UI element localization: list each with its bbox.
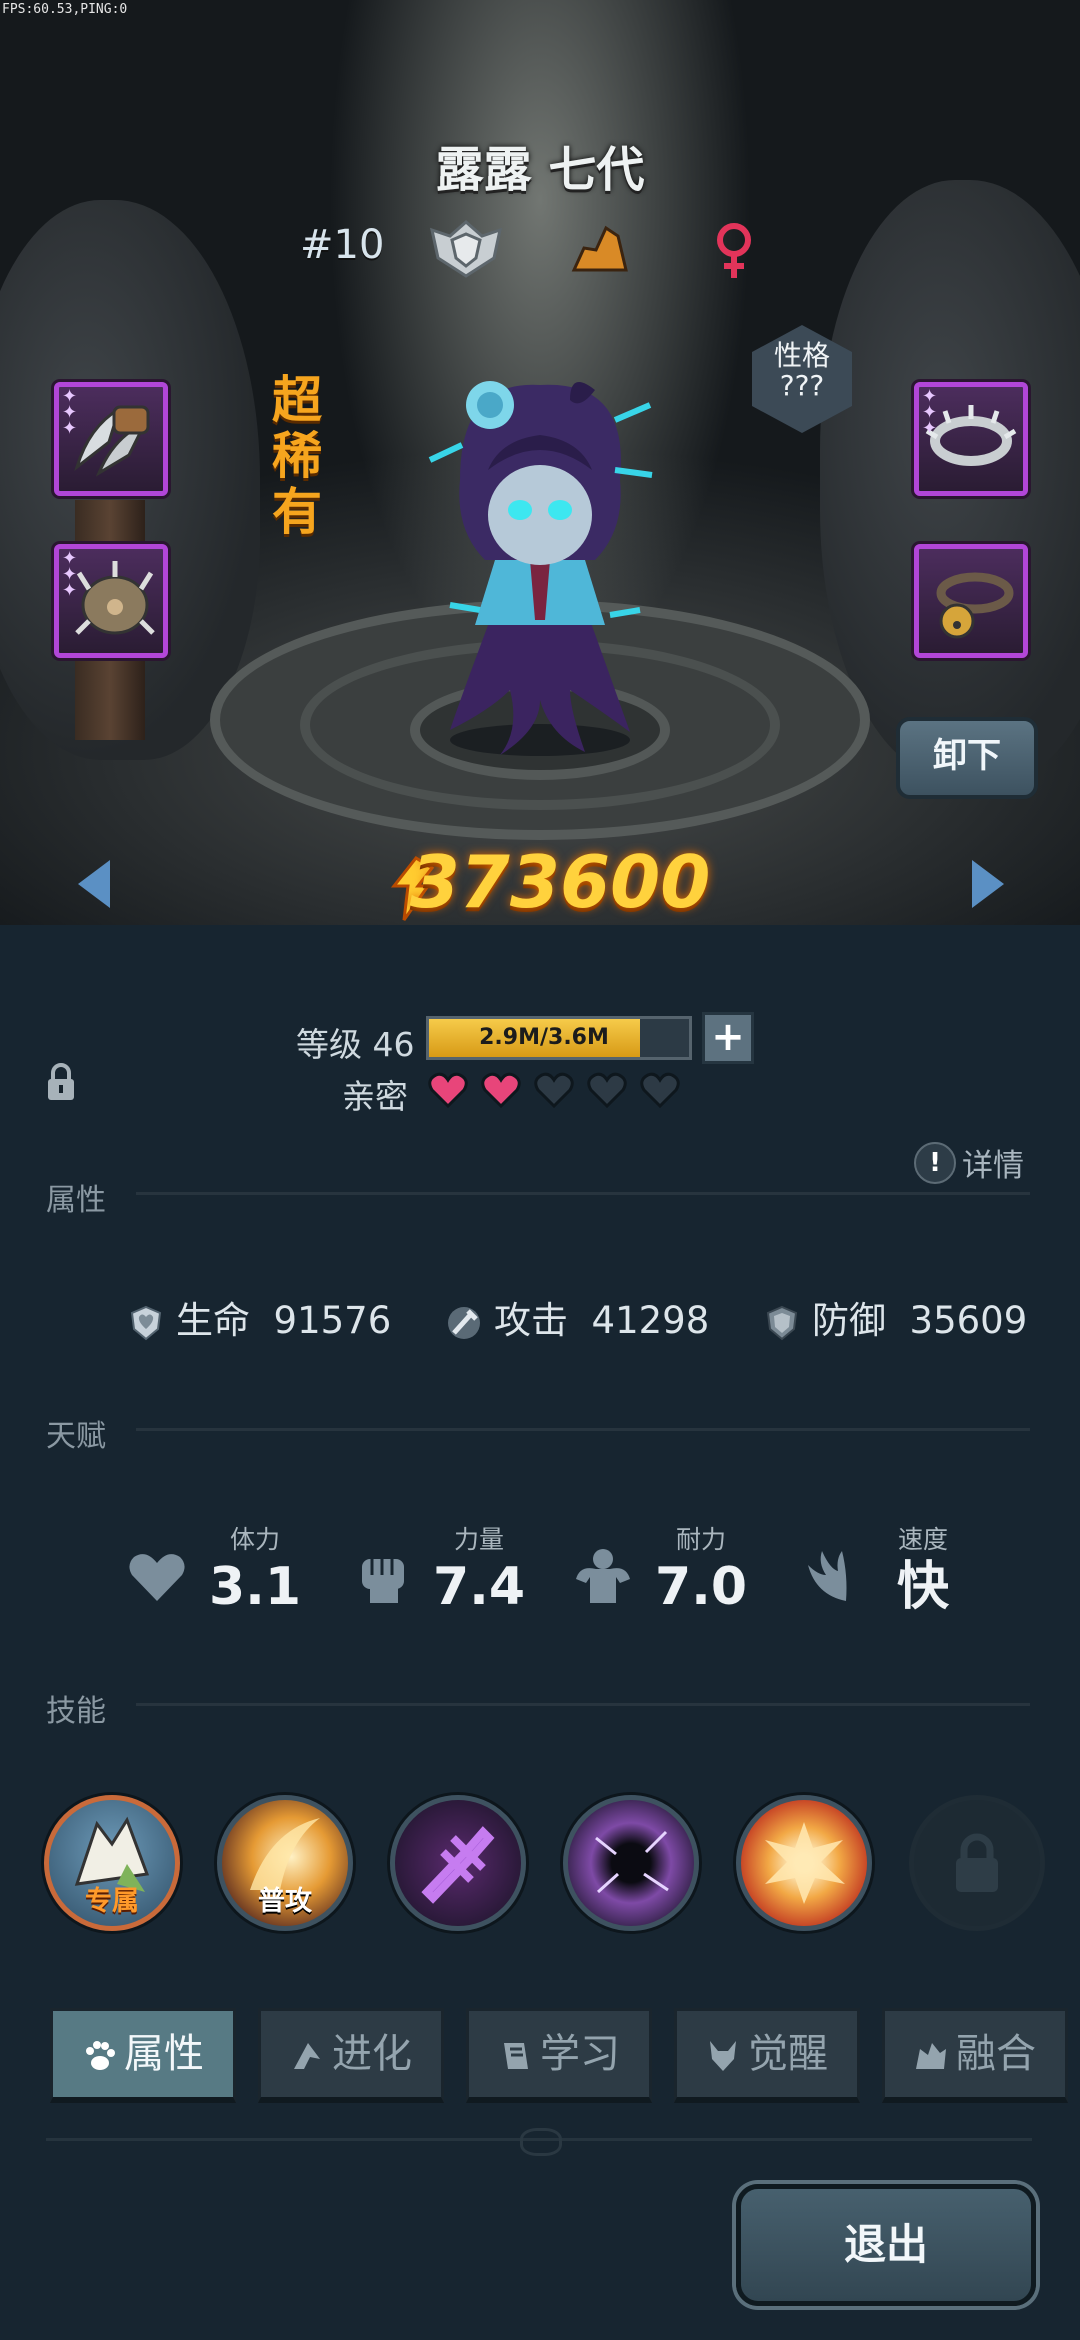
- tab-label: 属性: [124, 2031, 204, 2077]
- skill-dark-vortex[interactable]: [563, 1795, 699, 1931]
- stat-defense: 防御 35609: [764, 1290, 1027, 1344]
- paw-icon: [86, 2041, 115, 2070]
- xp-text: 2.9M/3.6M: [479, 1025, 609, 1050]
- skill-exclusive[interactable]: 专属: [44, 1795, 180, 1931]
- tab-learn[interactable]: 学习: [466, 2008, 652, 2103]
- details-button[interactable]: ! 详情: [914, 1140, 1024, 1185]
- stat-hp: 生命 91576: [128, 1290, 391, 1344]
- tab-attributes[interactable]: 属性: [50, 2008, 236, 2103]
- tab-fusion[interactable]: 融合: [882, 2008, 1068, 2103]
- section-skills: 技能: [46, 1694, 106, 1729]
- equip-slot-armor[interactable]: ✦ ✦ ✦: [54, 544, 168, 658]
- intimacy-heart-empty: [640, 1072, 680, 1108]
- heart-icon: [129, 1554, 185, 1601]
- slot-stars: ✦ ✦ ✦: [62, 386, 78, 439]
- shadow-claw-icon: [421, 1826, 495, 1904]
- trait-label: 性格: [773, 339, 830, 372]
- stat-value: 35609: [909, 1299, 1028, 1342]
- talent-value: 3.1: [208, 1557, 302, 1617]
- section-attributes: 属性: [46, 1183, 106, 1218]
- rarity-label: 超稀有: [272, 371, 322, 541]
- book-icon: [504, 2043, 528, 2069]
- details-label: 详情: [962, 1148, 1024, 1184]
- info-icon: !: [914, 1141, 956, 1184]
- evolve-arrow-icon: [294, 2043, 320, 2069]
- stat-value: 91576: [273, 1299, 392, 1342]
- skill-tag: 专属: [85, 1886, 139, 1917]
- equip-slot-collar[interactable]: ✦ ✦ ✦: [914, 382, 1028, 496]
- female-icon: [717, 223, 751, 278]
- tab-label: 进化: [332, 2031, 412, 2077]
- level-label: 等级 46: [296, 1025, 415, 1064]
- section-divider: [136, 1192, 1030, 1195]
- sword-icon: [448, 1306, 480, 1339]
- tab-label: 融合: [956, 2031, 1036, 2077]
- beast-head-icon: [710, 2041, 736, 2071]
- exit-button[interactable]: 退出: [736, 2184, 1036, 2306]
- add-xp-button[interactable]: +: [702, 1012, 754, 1064]
- xp-bar: 2.9M/3.6M: [426, 1016, 692, 1060]
- talent-label: 速度: [897, 1525, 948, 1554]
- talent-endurance: 耐力 7.0: [636, 1520, 766, 1618]
- section-divider: [136, 1703, 1030, 1706]
- equip-slot-claw[interactable]: ✦ ✦ ✦: [54, 382, 168, 496]
- locked-slot-icon: [956, 1833, 998, 1892]
- explosion-icon: [765, 1822, 845, 1904]
- bell-collar-icon: [936, 572, 1014, 639]
- fusion-icon: [916, 2043, 946, 2069]
- tab-label: 觉醒: [748, 2031, 828, 2077]
- talent-label: 耐力: [675, 1525, 726, 1554]
- skill-basic-attack[interactable]: 普攻: [217, 1795, 353, 1931]
- combat-power: 373600: [409, 840, 711, 924]
- stat-label: 攻击: [494, 1299, 568, 1342]
- shield-icon: [766, 1305, 798, 1340]
- stat-label: 防御: [812, 1299, 886, 1342]
- skill-tag: 普攻: [258, 1886, 312, 1917]
- slot-stars: ✦ ✦ ✦: [922, 386, 938, 439]
- tab-evolve[interactable]: 进化: [258, 2008, 444, 2103]
- fps-counter: FPS:60.53,PING:0: [2, 2, 128, 17]
- divider-ornament: [520, 2128, 562, 2156]
- talent-value: 7.0: [654, 1557, 748, 1617]
- talent-speed: 速度 快: [858, 1520, 988, 1618]
- rank-number: #10: [300, 222, 385, 268]
- intimacy-heart-filled: [428, 1072, 468, 1108]
- muscle-icon: [576, 1549, 630, 1603]
- trait-value: ???: [779, 369, 825, 402]
- intimacy-label: 亲密: [342, 1077, 408, 1116]
- tab-label: 学习: [540, 2031, 620, 2077]
- skill-shadow-claw[interactable]: [390, 1795, 526, 1931]
- unequip-button[interactable]: 卸下: [896, 717, 1038, 799]
- talent-strength: 力量 7.4: [414, 1520, 544, 1618]
- talent-value: 快: [896, 1557, 949, 1617]
- intimacy-heart-filled: [481, 1072, 521, 1108]
- wing-icon: [808, 1551, 847, 1601]
- talent-stamina: 体力 3.1: [190, 1520, 320, 1618]
- heart-shield-icon: [130, 1305, 162, 1340]
- fist-icon: [362, 1559, 404, 1603]
- shield-rank-icon[interactable]: [428, 218, 504, 278]
- stat-label: 生命: [176, 1299, 250, 1342]
- talent-value: 7.4: [432, 1557, 526, 1617]
- terrain-icon[interactable]: [570, 222, 630, 274]
- section-talent: 天赋: [46, 1419, 106, 1454]
- skill-explosion[interactable]: [736, 1795, 872, 1931]
- dark-vortex-icon: [595, 1830, 669, 1894]
- intimacy-heart-empty: [534, 1072, 574, 1108]
- tab-awaken[interactable]: 觉醒: [674, 2008, 860, 2103]
- intimacy-heart-empty: [587, 1072, 627, 1108]
- talent-label: 力量: [453, 1525, 504, 1554]
- skill-locked[interactable]: [909, 1795, 1045, 1931]
- stat-attack: 攻击 41298: [446, 1290, 709, 1344]
- equip-slot-bell[interactable]: [914, 544, 1028, 658]
- slot-stars: ✦ ✦ ✦: [62, 548, 78, 601]
- character-sprite[interactable]: [420, 360, 660, 760]
- character-scene: FPS:60.53,PING:0 露露 七代 #10 超稀有 ✦ ✦ ✦ ✦ ✦ ✦ ✦…: [0, 0, 1080, 925]
- talent-label: 体力: [229, 1525, 280, 1554]
- character-name: 露露 七代: [435, 142, 645, 198]
- lock-icon[interactable]: [46, 1062, 76, 1102]
- section-divider: [136, 1428, 1030, 1431]
- stat-value: 41298: [591, 1299, 710, 1342]
